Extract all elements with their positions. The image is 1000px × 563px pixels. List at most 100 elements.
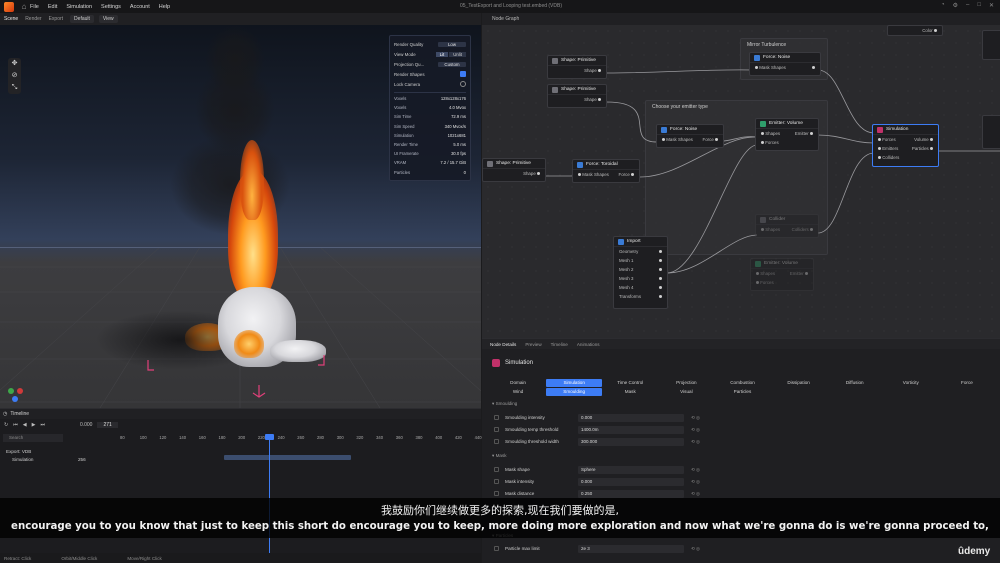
input-port[interactable] [761, 132, 764, 135]
node-collider[interactable]: Collider Shapes Colliders [755, 214, 819, 238]
property-checkbox[interactable] [494, 491, 499, 496]
node-shape-primitive-3[interactable]: Shape: Primitive Shape [482, 158, 546, 182]
category-tab[interactable]: Mask [602, 388, 658, 396]
property-value-field[interactable]: 2e 3 [578, 544, 684, 553]
reset-keyframe-icon[interactable]: ⟲ ◎ [688, 545, 704, 553]
timeline-ruler[interactable]: 80 100 120 140 160 180 200 220 240 260 280 300 320 34… [120, 434, 482, 442]
menu-file[interactable]: File [30, 4, 39, 10]
input-port[interactable] [756, 272, 759, 275]
category-tab[interactable]: Dissipation [771, 379, 827, 387]
property-checkbox[interactable] [494, 439, 499, 444]
output-port[interactable] [659, 286, 662, 289]
input-port[interactable] [761, 141, 764, 144]
category-tab[interactable]: Force [939, 379, 995, 387]
output-port[interactable] [598, 69, 601, 72]
input-port[interactable] [756, 281, 759, 284]
loop-icon[interactable]: ↻ [4, 422, 8, 428]
node-emitter-volume[interactable]: Emitter: Volume Shapes Emitter Forces [755, 118, 819, 151]
tab-export[interactable]: Export [49, 16, 63, 22]
node-offscreen-2[interactable] [982, 115, 1000, 149]
category-tab[interactable]: Wind [490, 388, 546, 396]
output-port[interactable] [812, 66, 815, 69]
output-port[interactable] [659, 295, 662, 298]
output-port[interactable] [659, 277, 662, 280]
category-tab[interactable]: Particles [714, 388, 770, 396]
menu-help[interactable]: Help [159, 4, 170, 10]
input-port[interactable] [662, 138, 665, 141]
rotate-tool-icon[interactable]: ⊘ [12, 72, 18, 80]
output-port[interactable] [810, 228, 813, 231]
projection-select[interactable]: Custom [438, 61, 466, 67]
menu-edit[interactable]: Edit [48, 4, 57, 10]
section-smoulding[interactable]: ▾ Smoulding [492, 401, 517, 407]
property-value-field[interactable]: 1400.0m [578, 425, 684, 434]
menu-simulation[interactable]: Simulation [66, 4, 92, 10]
node-force-toroidal[interactable]: Force: Toroidal Mask Shapes Force [572, 159, 640, 183]
home-icon[interactable]: ⌂ [18, 2, 30, 11]
input-port[interactable] [878, 156, 881, 159]
property-checkbox[interactable] [494, 546, 499, 551]
notifications-icon[interactable]: ◔ [941, 2, 945, 9]
timeline-search-input[interactable]: Search [3, 434, 63, 442]
input-port[interactable] [755, 66, 758, 69]
menu-settings[interactable]: Settings [101, 4, 121, 10]
render-quality-select[interactable]: Low [438, 41, 466, 47]
node-shape-primitive-1[interactable]: Shape: Primitive Shape [547, 55, 607, 79]
node-offscreen-1[interactable] [982, 30, 1000, 60]
view-mode-lit[interactable]: Lit [435, 51, 449, 57]
property-value-field[interactable]: 0.250 [578, 489, 684, 498]
output-port[interactable] [934, 29, 937, 32]
view-mode-unlit[interactable]: Unlit [449, 51, 466, 57]
property-checkbox[interactable] [494, 467, 499, 472]
tab-scene[interactable]: Scene [4, 16, 18, 22]
play-icon[interactable]: ▶ [32, 422, 36, 428]
property-value-field[interactable]: Sphere [578, 465, 684, 474]
node-shape-primitive-2[interactable]: Shape: Primitive Shape [547, 84, 607, 108]
tab-animations[interactable]: Animations [577, 342, 600, 347]
property-checkbox[interactable] [494, 427, 499, 432]
category-tab[interactable]: Domain [490, 379, 546, 387]
property-value-field[interactable]: 300.000 [578, 437, 684, 446]
output-port[interactable] [715, 138, 718, 141]
property-checkbox[interactable] [494, 479, 499, 484]
minimize-icon[interactable]: – [966, 2, 969, 9]
close-icon[interactable]: ✕ [989, 2, 994, 9]
output-port[interactable] [598, 98, 601, 101]
step-back-icon[interactable]: ◀ [23, 422, 27, 428]
input-port[interactable] [878, 138, 881, 141]
category-tab[interactable]: Combustion [714, 379, 770, 387]
output-port[interactable] [659, 259, 662, 262]
category-tab[interactable]: Diffusion [827, 379, 883, 387]
output-port[interactable] [810, 132, 813, 135]
simulation-clip[interactable] [224, 455, 351, 460]
reset-keyframe-icon[interactable]: ⟲ ◎ [688, 414, 704, 422]
category-tab[interactable]: Visual [658, 388, 714, 396]
output-port[interactable] [631, 173, 634, 176]
output-port[interactable] [930, 147, 933, 150]
input-port[interactable] [878, 147, 881, 150]
render-shapes-checkbox[interactable] [460, 71, 466, 77]
input-port[interactable] [578, 173, 581, 176]
lock-camera-toggle[interactable] [460, 81, 466, 87]
reset-keyframe-icon[interactable]: ⟲ ◎ [688, 478, 704, 486]
scale-tool-icon[interactable]: ⤡ [12, 84, 18, 92]
node-emitter-volume-2[interactable]: Emitter: Volume Shapes Emitter Forces [750, 258, 814, 291]
tab-timeline[interactable]: Timeline [551, 342, 568, 347]
node-import[interactable]: Import Geometry Mesh 1 Mesh 2 Mesh 3 Mesh 4 T… [613, 236, 668, 309]
property-checkbox[interactable] [494, 415, 499, 420]
category-tab[interactable]: Smoulding [546, 388, 603, 396]
tab-render[interactable]: Render [25, 16, 41, 22]
view-dropdown[interactable]: View [98, 15, 118, 23]
move-tool-icon[interactable]: ✥ [12, 60, 18, 68]
category-tab[interactable]: Vorticity [883, 379, 939, 387]
start-frame-field[interactable]: 0.000 [80, 422, 93, 428]
input-port[interactable] [761, 228, 764, 231]
maximize-icon[interactable]: □ [977, 2, 981, 9]
category-tab[interactable]: Projection [658, 379, 714, 387]
output-port[interactable] [805, 272, 808, 275]
current-frame-field[interactable]: 271 [97, 421, 118, 428]
skip-end-icon[interactable]: ⏭ [40, 422, 45, 428]
skip-start-icon[interactable]: ⏮ [13, 422, 18, 428]
node-force-noise-top[interactable]: Force: Noise Mask Shapes [749, 52, 821, 76]
section-mask[interactable]: ▾ Mask [492, 453, 507, 459]
